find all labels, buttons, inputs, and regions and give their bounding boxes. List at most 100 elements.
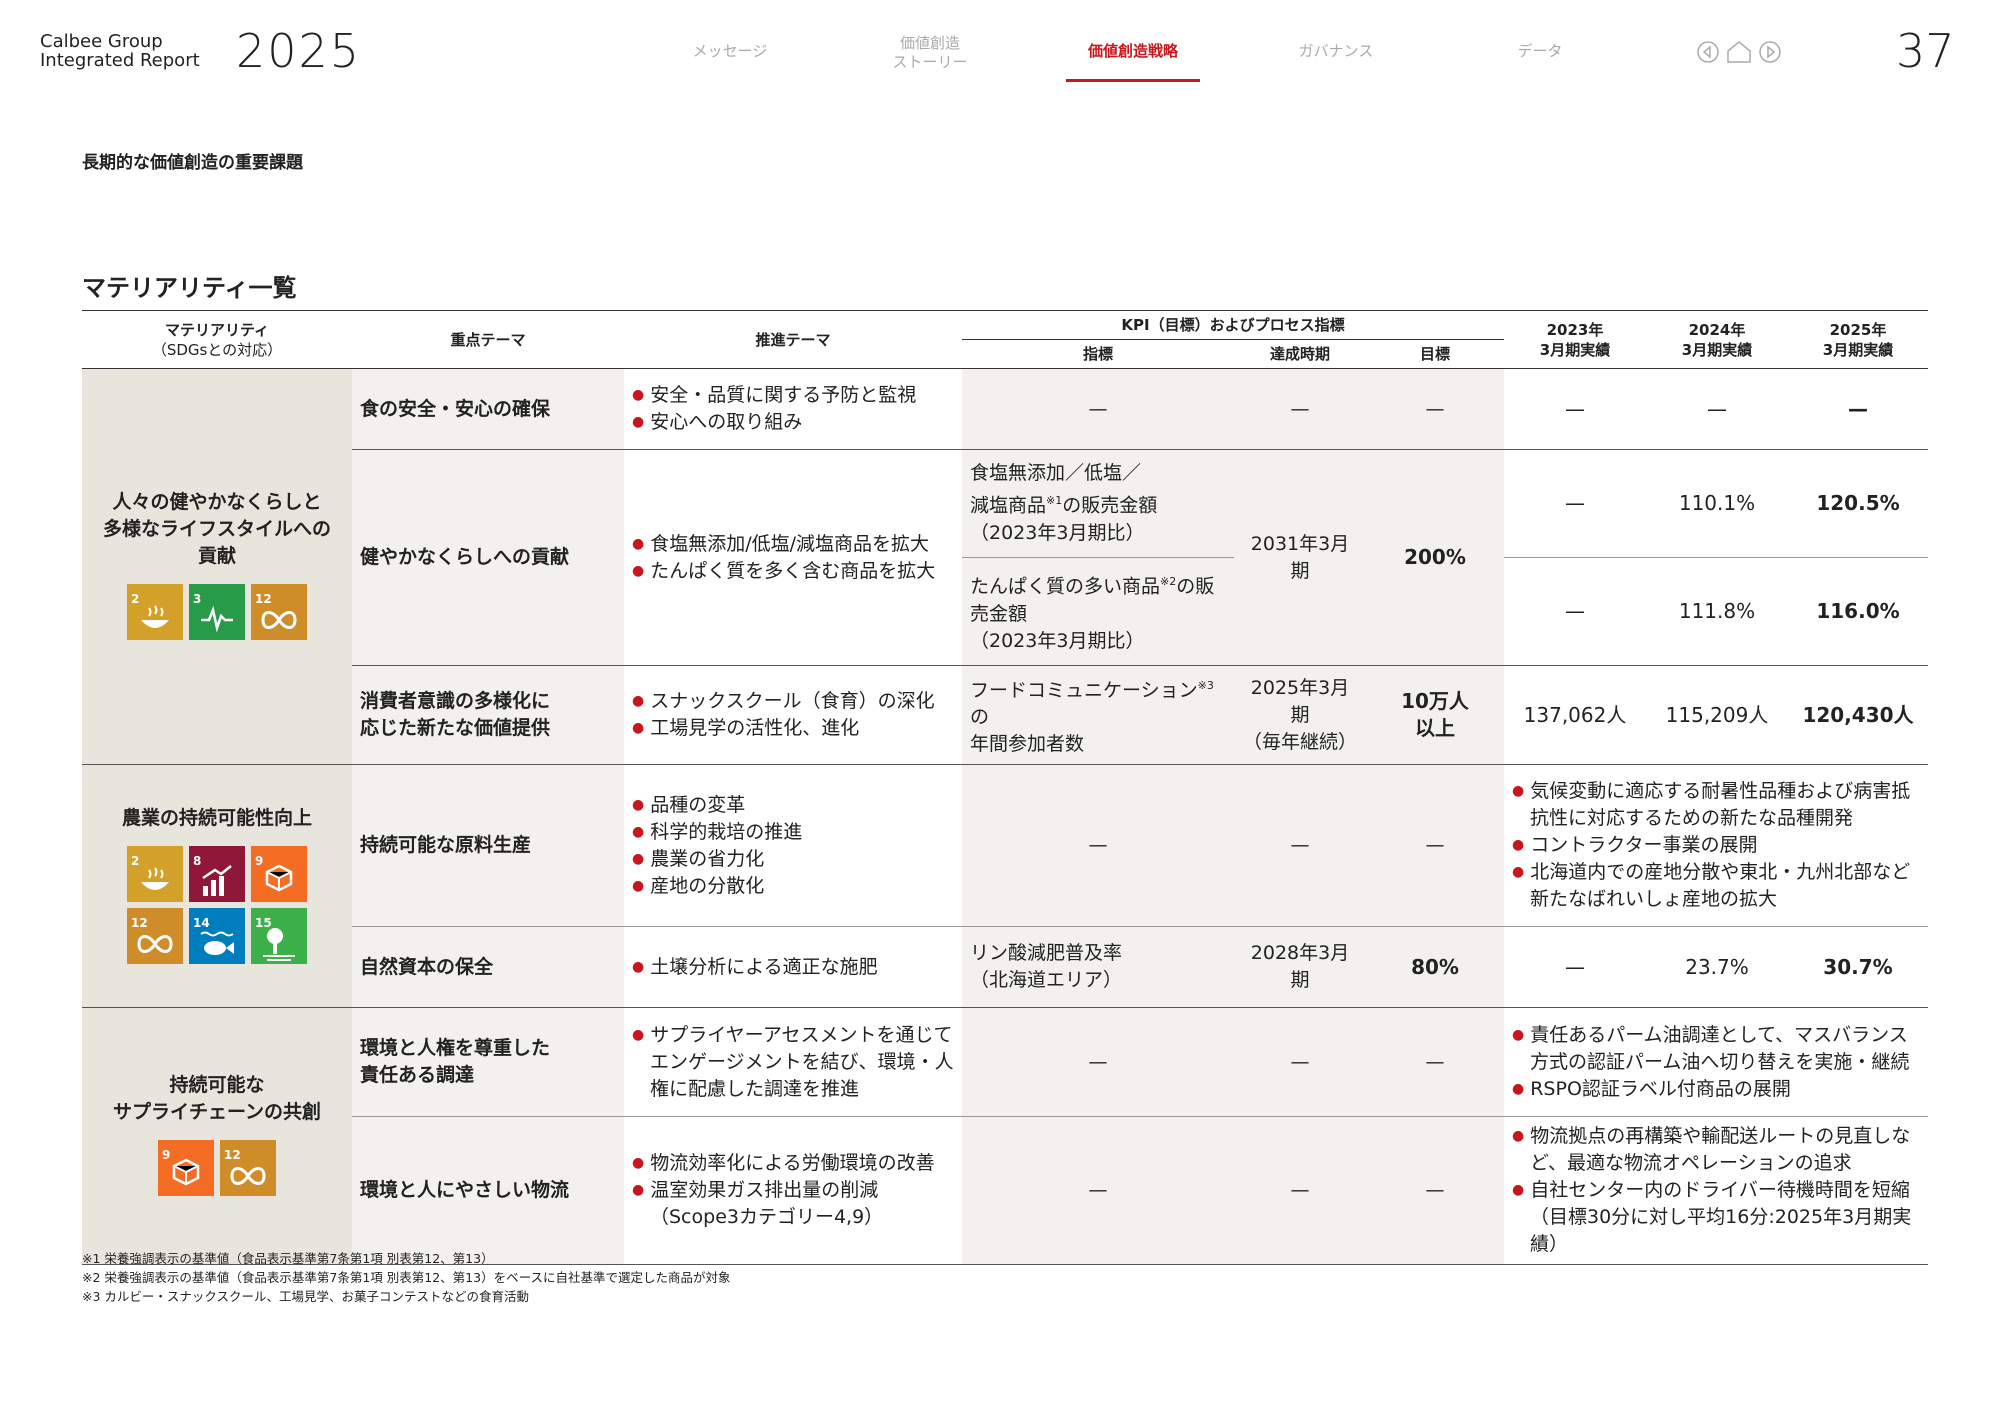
indicator-text: の [970,706,990,729]
materiality-cell-1: 人々の健やかなくらしと 多様なライフスタイルへの 貢献 2 3 12 [82,368,352,766]
deadline: — [1234,1007,1366,1118]
list-item-text: スナックスクール（食育）の深化 [650,690,935,713]
list-item-text: RSPO認証ラベル付商品の展開 [1530,1077,1791,1100]
table-row: 消費者意識の多様化に 応じた新たな価値提供 ● スナックスクール（食育）の深化 ● 工… [82,665,1928,766]
sdg-8-growth-chart-icon: 8 [189,845,245,902]
sdg-12-infinity-icon: 12 [220,1140,276,1197]
indicator-line: リン酸減肥普及率 [970,942,1123,965]
materiality-text: 農業の持続可能性向上 [121,806,312,829]
indicator-line: （2023年3月期比） [970,629,1145,652]
page-nav-icons [1696,40,1782,64]
promotion-theme: ● サプライヤーアセスメントを通じてエンゲージメントを結び、環境・人権に配慮した調… [624,1007,962,1118]
list-item-text: たんぱく質を多く含む商品を拡大 [650,559,936,582]
list-item: ● コントラクター事業の展開 [1512,832,1920,859]
promotion-theme: ● スナックスクール（食育）の深化 ● 工場見学の活性化、進化 [624,665,962,766]
result-fy2023: — [1504,926,1646,1009]
bullet-icon: ● [1512,837,1525,854]
focus-theme: 消費者意識の多様化に 応じた新たな価値提供 [352,665,624,766]
header-kpi-group: KPI（目標）およびプロセス指標 [962,310,1504,340]
footnote-2: ※2 栄養強調表示の基準値（食品表示基準第7条第1項 別表第12、第13）をベー… [82,1270,731,1285]
header-deadline: 達成時期 [1234,339,1366,369]
cubes-icon [265,864,293,892]
bullet-icon: ● [632,877,645,894]
list-item: ● たんぱく質を多く含む商品を拡大 [632,558,954,585]
deadline: 2028年3月期 [1234,926,1366,1009]
bullet-list: ● 安全・品質に関する予防と監視 ● 安心への取り組み [632,382,954,436]
list-item-text: 物流拠点の再構築や輸配送ルートの見直しなど、最適な物流オペレーションの追求 [1530,1125,1911,1175]
target: — [1366,1007,1504,1118]
target-line: 以上 [1415,716,1455,741]
footnote-ref: ※2 [1160,575,1177,589]
sdg-9-cubes-icon: 9 [251,845,307,902]
nav-value-story[interactable]: 価値創造 ストーリー [880,34,980,72]
home-icon[interactable] [1726,40,1752,64]
sdg-14-fish-icon: 14 [189,907,245,964]
indicator: — [962,1007,1234,1118]
fish-icon [200,931,234,955]
growth-chart-icon [202,864,232,896]
materiality-table: マテリアリティ （SDGsとの対応） 重点テーマ 推進テーマ KPI（目標）およ… [82,310,1928,1266]
indicator: — [962,1116,1234,1266]
footnote-1: ※1 栄養強調表示の基準値（食品表示基準第7条第1項 別表第12、第13） [82,1251,494,1266]
nav-value-strategy[interactable]: 価値創造戦略 [1066,42,1200,61]
bullet-list: ● スナックスクール（食育）の深化 ● 工場見学の活性化、進化 [632,688,954,742]
sdg-icons: 2 8 9 12 14 15 [122,845,312,964]
bullet-list: ● 土壌分析による適正な施肥 [632,954,954,981]
materiality-text: サプライチェーンの共創 [112,1101,322,1124]
list-item-text: 食塩無添加/低塩/減塩商品を拡大 [650,532,930,555]
footnote-ref: ※1 [1046,494,1063,508]
bullet-icon: ● [1512,1182,1525,1199]
list-item-text: 土壌分析による適正な施肥 [650,955,878,978]
indicator-line: 売金額 [970,602,1028,625]
results-narrative: ● 気候変動に適応する耐暑性品種および病害抵抗性に対応するための新たな品種開発 ● コ… [1504,764,1928,928]
table-row: 環境と人にやさしい物流 ● 物流効率化による労働環境の改善 ● 温室効果ガス排出量の削… [82,1116,1928,1266]
target: — [1366,1116,1504,1266]
indicator: フードコミュニケーション※3 の 年間参加者数 [962,665,1234,766]
indicator-line: 年間参加者数 [970,733,1085,756]
theme-line: 責任ある調達 [360,1064,475,1087]
sdg-12-infinity-icon: 12 [251,584,307,641]
result-fy2025: — [1788,368,1928,450]
table-title: マテリアリティ一覧 [82,274,297,302]
result-fy2025: 120.5% [1788,449,1928,558]
focus-theme: 環境と人権を尊重した 責任ある調達 [352,1007,624,1118]
list-item-text: 物流効率化による労働環境の改善 [650,1152,935,1175]
tree-icon [263,927,295,961]
bullet-list: ● サプライヤーアセスメントを通じてエンゲージメントを結び、環境・人権に配慮した調… [632,1022,954,1103]
target-line: 10万人 [1401,689,1469,714]
sdg-2-bowl-icon: 2 [127,845,183,902]
promotion-theme: ● 物流効率化による労働環境の改善 ● 温室効果ガス排出量の削減（Scope3カテゴリ… [624,1116,962,1266]
nav-data[interactable]: データ [1490,42,1590,61]
bullet-icon: ● [632,387,645,403]
page-header: Calbee Group Integrated Report 2025 メッセー… [0,0,2000,90]
focus-theme: 健やかなくらしへの貢献 [352,449,624,666]
deadline: — [1234,368,1366,450]
list-item-text: 北海道内での産地分散や東北・九州北部など新たなばれいしょ産地の拡大 [1530,861,1911,911]
bullet-list: ● 食塩無添加/低塩/減塩商品を拡大 ● たんぱく質を多く含む商品を拡大 [632,531,954,585]
list-item: ● 工場見学の活性化、進化 [632,715,954,742]
bullet-icon: ● [1512,1026,1525,1043]
header-materiality-sub: （SDGsとの対応） [151,340,283,359]
indicator-text: 減塩商品 [970,494,1047,517]
footnote-ref: ※3 [1197,679,1214,692]
results-narrative: ● 責任あるパーム油調達として、マスバランス方式の認証パーム油へ切り替えを実施・継… [1504,1007,1928,1118]
indicator-text: の販売金額 [1062,494,1158,517]
deadline: 2025年3月期 （毎年継続） [1234,665,1366,766]
list-item-text: 自社センター内のドライバー待機時間を短縮（目標30分に対し平均16分:2025年… [1530,1179,1912,1256]
list-item: ● 食塩無添加/低塩/減塩商品を拡大 [632,531,954,558]
sdg-3-heartbeat-icon: 3 [189,584,245,641]
indicator-text: の販 [1176,575,1215,598]
bullet-icon: ● [632,535,645,552]
theme-line: 消費者意識の多様化に [360,690,551,713]
infinity-icon [230,1167,266,1186]
materiality-text: 人々の健やかなくらしと [112,491,322,514]
nav-governance[interactable]: ガバナンス [1286,42,1386,61]
brand-logo[interactable]: Calbee Group Integrated Report [40,32,200,70]
previous-page-icon[interactable] [1696,40,1720,64]
header-fy2024-label: 3月期実績 [1681,340,1753,359]
header-indicator: 指標 [962,339,1234,369]
next-page-icon[interactable] [1758,40,1782,64]
materiality-text: 貢献 [197,545,236,568]
nav-message[interactable]: メッセージ [680,42,780,61]
focus-theme: 食の安全・安心の確保 [352,368,624,450]
